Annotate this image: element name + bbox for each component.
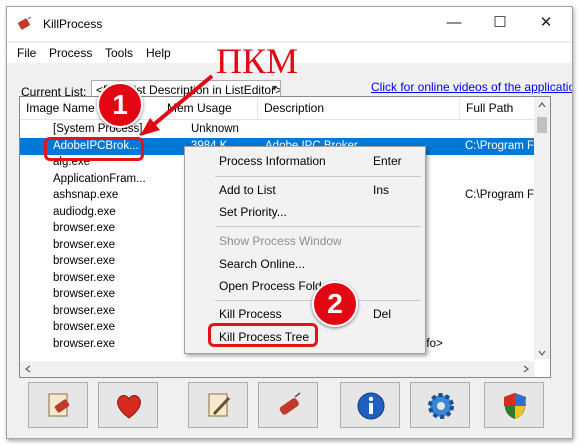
- step-badge-1: 1: [97, 82, 143, 128]
- pkm-annotation: ПКМ: [216, 41, 299, 81]
- step-badge-2: 2: [312, 281, 358, 327]
